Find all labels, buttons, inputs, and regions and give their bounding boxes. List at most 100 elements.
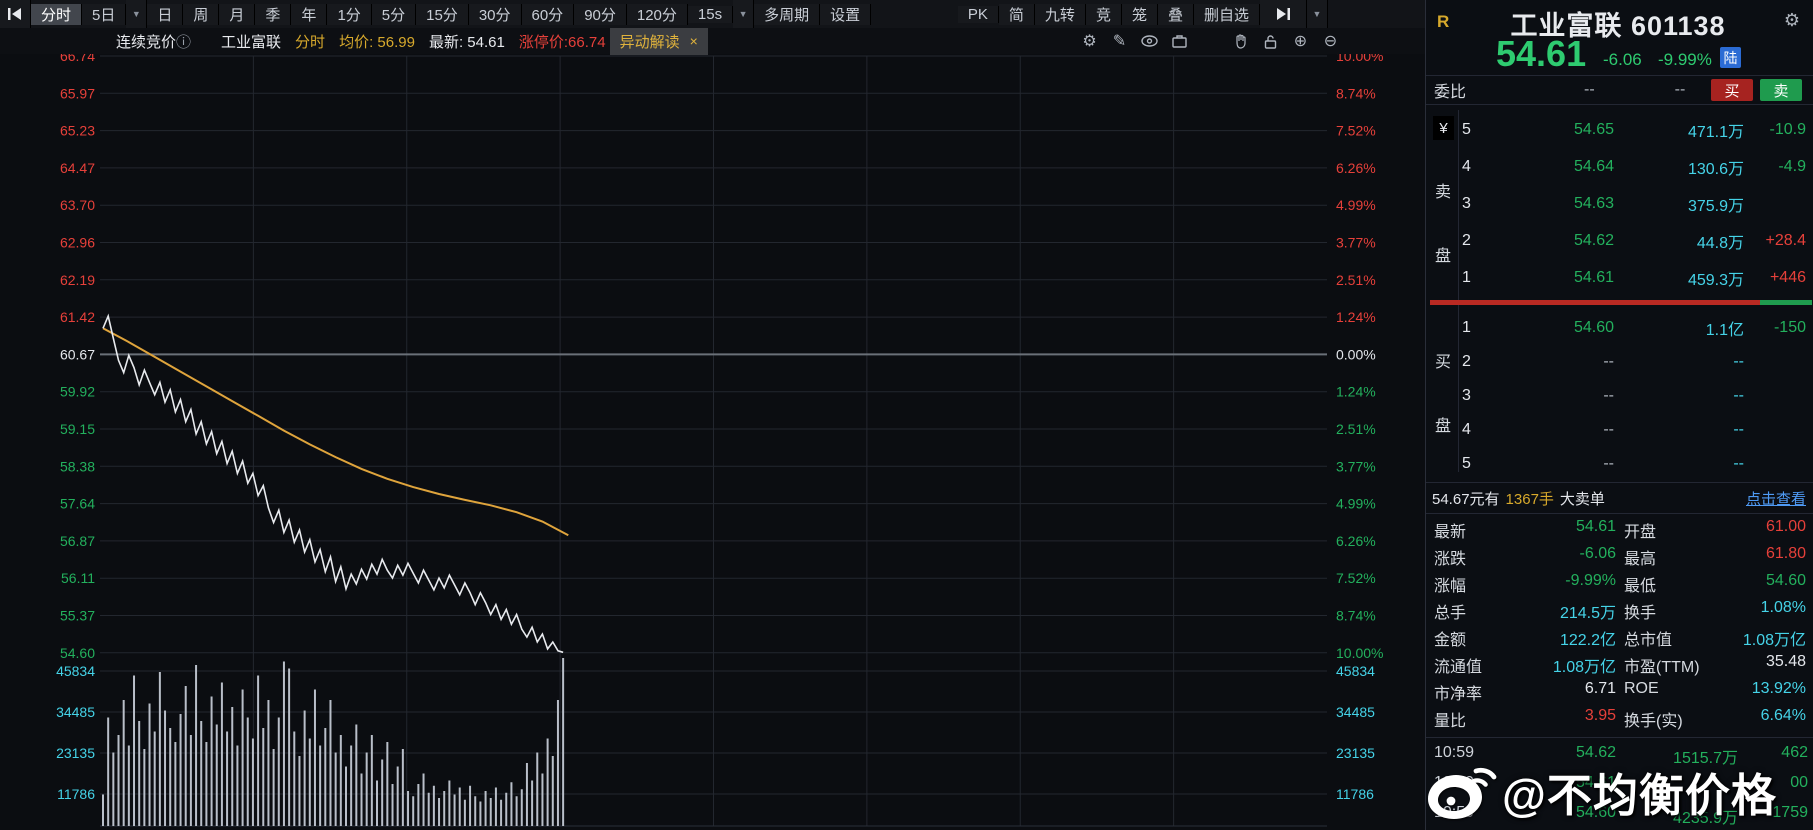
order-book-row[interactable]: 5 -- -- — [1462, 446, 1810, 482]
toolbox-icon[interactable] — [1171, 33, 1188, 50]
tab-period-季[interactable]: 季 — [255, 3, 292, 25]
order-book-row[interactable]: 4 54.64 130.6万 -4.9 — [1462, 149, 1810, 185]
tool-buttons: PK 简九转竞笼叠删自选 — [957, 0, 1260, 28]
tab-period-1分[interactable]: 1分 — [327, 3, 372, 25]
gear-icon[interactable]: ⚙ — [1081, 33, 1098, 50]
level-delta: -150 — [1773, 319, 1806, 336]
order-book-row[interactable]: 1 54.61 459.3万 +446 — [1462, 260, 1810, 296]
tab-alert-interpretation[interactable]: 异动解读 × — [609, 27, 708, 55]
percent-axis-label: 6.26% — [1336, 533, 1376, 549]
level-volume: 1.1亿 — [1705, 322, 1744, 339]
tick-volume: 4235.9万 — [1673, 810, 1738, 827]
sell-button[interactable]: 卖 — [1760, 79, 1802, 101]
percent-axis-label: 2.51% — [1336, 421, 1376, 437]
tab-period-分时[interactable]: 分时 — [31, 3, 83, 25]
tab-period-日[interactable]: 日 — [147, 3, 184, 25]
order-book-row[interactable]: 2 -- -- — [1462, 344, 1810, 380]
buy-button[interactable]: 买 — [1711, 79, 1753, 101]
stat-value: 35.48 — [1765, 653, 1806, 670]
tick-row[interactable]: 10:59 54.61 00 — [1426, 768, 1813, 798]
tool-button-删自选[interactable]: 删自选 — [1193, 3, 1260, 25]
tab-多周期[interactable]: 多周期 — [754, 3, 821, 25]
info-icon[interactable]: ⓘ — [176, 34, 191, 51]
chevron-down-icon[interactable]: ▼ — [733, 0, 755, 28]
auction-label: 连续竞价 — [116, 33, 177, 51]
tool-button-竞[interactable]: 竞 — [1085, 3, 1122, 25]
level-volume: -- — [1733, 387, 1744, 404]
stats-row: 涨幅 -9.99% 最低 54.60 — [1426, 568, 1813, 595]
order-book-row[interactable]: 3 54.63 375.9万 — [1462, 186, 1810, 222]
stats-row: 市净率 6.71 ROE 13.92% — [1426, 676, 1813, 703]
gear-icon[interactable]: ⚙ — [1784, 10, 1800, 31]
stock-app-window: 分时 5日 ▼ 日周月季年 1分 5分 15分 30分 60分 90分 120分 15s ▼ 多周… — [0, 0, 1813, 830]
volume-axis-label: 23135 — [56, 745, 95, 761]
tool-button-九转[interactable]: 九转 — [1034, 3, 1086, 25]
tab-period-5分[interactable]: 5分 — [371, 3, 417, 25]
level-volume: -- — [1733, 353, 1744, 370]
tab-period-月[interactable]: 月 — [219, 3, 256, 25]
stat-label: ROE — [1624, 680, 1659, 697]
tab-设置[interactable]: 设置 — [820, 3, 872, 25]
stats-row: 总手 214.5万 换手 1.08% — [1426, 595, 1813, 622]
chevron-down-icon[interactable]: ▼ — [1307, 0, 1328, 28]
tab-period-5日[interactable]: 5日 — [82, 3, 127, 25]
period-tabs-mid: 日周月季年 1分 5分 15分 30分 60分 90分 120分 15s — [147, 0, 734, 28]
tab-period-周[interactable]: 周 — [183, 3, 220, 25]
order-book-row[interactable]: 3 -- -- — [1462, 378, 1810, 414]
percent-axis-label: 1.24% — [1336, 384, 1376, 400]
pan-label: 盘 — [1435, 248, 1452, 265]
buy-sell-ratio-bar — [1430, 300, 1812, 305]
auction-phase-label: 连续竞价ⓘ — [116, 31, 191, 52]
stat-label: 换手(实) — [1624, 713, 1683, 730]
order-book-row[interactable]: 4 -- -- — [1462, 412, 1810, 448]
tool-button-笼[interactable]: 笼 — [1121, 3, 1158, 25]
level-delta: -4.9 — [1778, 158, 1806, 175]
stat-label: 换手 — [1624, 605, 1657, 622]
order-book-row[interactable]: 2 54.62 44.8万 +28.4 — [1462, 223, 1810, 259]
tab-period-120分[interactable]: 120分 — [626, 3, 688, 25]
collapse-panel-icon[interactable] — [1260, 0, 1307, 28]
chevron-down-icon[interactable]: ▼ — [126, 0, 148, 28]
lock-icon[interactable] — [1262, 33, 1279, 50]
order-book-row[interactable]: 1 54.60 1.1亿 -150 — [1462, 310, 1810, 346]
price-axis-label: 59.15 — [60, 421, 95, 437]
tab-period-30分[interactable]: 30分 — [468, 3, 522, 25]
tab-period-15s[interactable]: 15s — [687, 5, 734, 23]
level-number: 4 — [1462, 158, 1471, 175]
latest-price-label: 最新: 54.61 — [428, 33, 505, 51]
stat-value: -6.06 — [1579, 545, 1616, 562]
tool-button-叠[interactable]: 叠 — [1157, 3, 1194, 25]
level-delta: +28.4 — [1765, 232, 1806, 249]
tick-volume: 1515.7万 — [1673, 750, 1738, 767]
stat-label: 涨幅 — [1434, 578, 1467, 595]
pen-icon[interactable]: ✎ — [1111, 33, 1128, 50]
eye-icon[interactable] — [1141, 33, 1158, 50]
tab-period-15分[interactable]: 15分 — [416, 3, 469, 25]
big-order-alert: 54.67元有 1367手 大卖单 点击查看 — [1426, 482, 1813, 514]
tab-period-年[interactable]: 年 — [291, 3, 328, 25]
level-delta: -10.9 — [1769, 121, 1806, 138]
skip-back-icon — [8, 8, 21, 20]
tick-list[interactable]: 10:59 54.62 1515.7万 462 10:59 54.61 00 10:59 54.… — [1426, 737, 1813, 828]
stat-value: -9.99% — [1565, 572, 1616, 589]
tool-button-PK[interactable]: PK — [957, 5, 999, 23]
tick-row[interactable]: 10:59 54.62 1515.7万 462 — [1426, 738, 1813, 768]
tick-row[interactable]: 10:59 54.60 4235.9万 1759 — [1426, 798, 1813, 828]
zoom-in-icon[interactable]: ⊕ — [1292, 33, 1309, 50]
quote-header: R 工业富联 601138 ⚙ 54.61 -6.06 -9.99% 陆 — [1426, 0, 1813, 75]
back-icon[interactable] — [0, 0, 31, 28]
percent-axis-label: 10.00% — [1336, 645, 1383, 661]
hand-icon[interactable] — [1232, 33, 1249, 50]
stat-value: 6.64% — [1760, 707, 1806, 724]
price-axis-label: 63.70 — [60, 197, 95, 213]
order-book-row[interactable]: 5 54.65 471.1万 -10.9 — [1462, 112, 1810, 148]
tool-button-简[interactable]: 简 — [998, 3, 1035, 25]
close-icon[interactable]: × — [690, 33, 698, 49]
zoom-out-icon[interactable]: ⊖ — [1322, 33, 1339, 50]
currency-toggle-icon[interactable]: ¥ — [1433, 116, 1454, 140]
view-details-link[interactable]: 点击查看 — [1746, 488, 1806, 509]
tab-period-90分[interactable]: 90分 — [574, 3, 627, 25]
tick-time: 10:59 — [1434, 774, 1475, 791]
intraday-chart[interactable]: 66.74 10.00% 65.97 8.74% 65.23 7.52% 64.47 6.26… — [0, 54, 1425, 830]
tab-period-60分[interactable]: 60分 — [521, 3, 575, 25]
